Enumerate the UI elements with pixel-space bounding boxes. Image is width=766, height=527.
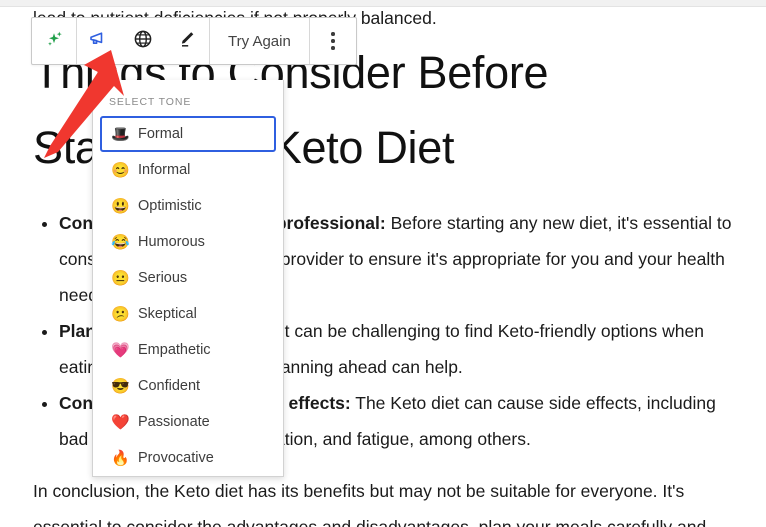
tone-option-humorous[interactable]: 😂 Humorous: [100, 224, 276, 260]
tone-option-label: Formal: [138, 126, 184, 142]
tone-option-passionate[interactable]: ❤️ Passionate: [100, 404, 276, 440]
screenshot-root: lead to nutrient deficiencies if not pro…: [0, 0, 766, 527]
select-tone-header: SELECT TONE: [109, 96, 192, 108]
smiling-face-icon: 😊: [111, 161, 130, 179]
browser-chrome-strip: [0, 0, 766, 7]
sunglasses-face-icon: 😎: [111, 377, 130, 395]
tone-option-formal[interactable]: 🎩 Formal: [100, 116, 276, 152]
tone-option-label: Serious: [138, 270, 188, 286]
confused-face-icon: 😕: [111, 305, 130, 323]
tone-option-label: Humorous: [138, 234, 205, 250]
tone-option-serious[interactable]: 😐 Serious: [100, 260, 276, 296]
toolbar-group-retry: Try Again: [210, 18, 310, 64]
tone-option-optimistic[interactable]: 😃 Optimistic: [100, 188, 276, 224]
tone-option-empathetic[interactable]: 💗 Empathetic: [100, 332, 276, 368]
tone-option-label: Skeptical: [138, 306, 197, 322]
tone-option-label: Optimistic: [138, 198, 202, 214]
megaphone-icon: [87, 27, 111, 56]
top-hat-icon: 🎩: [111, 125, 130, 143]
toolbar-group-sparkle: [32, 18, 77, 64]
rewrite-button[interactable]: [165, 18, 209, 64]
tone-option-label: Provocative: [138, 450, 214, 466]
neutral-face-icon: 😐: [111, 269, 130, 287]
try-again-button[interactable]: Try Again: [210, 18, 309, 64]
tone-option-informal[interactable]: 😊 Informal: [100, 152, 276, 188]
more-options-button[interactable]: [310, 18, 356, 64]
tone-option-provocative[interactable]: 🔥 Provocative: [100, 440, 276, 476]
tone-option-skeptical[interactable]: 😕 Skeptical: [100, 296, 276, 332]
toolbar-group-tools: [77, 18, 210, 64]
growing-heart-icon: 💗: [111, 341, 130, 359]
tone-option-label: Empathetic: [138, 342, 211, 358]
globe-icon: [132, 28, 154, 55]
red-heart-icon: ❤️: [111, 413, 130, 431]
tone-option-confident[interactable]: 😎 Confident: [100, 368, 276, 404]
ai-sparkle-button[interactable]: [32, 18, 76, 64]
grinning-face-icon: 😃: [111, 197, 130, 215]
translate-button[interactable]: [121, 18, 165, 64]
article-closing-paragraph: In conclusion, the Keto diet has its ben…: [33, 481, 707, 527]
ai-assistant-toolbar: Try Again: [31, 17, 357, 65]
sparkle-icon: [43, 28, 65, 55]
select-tone-dropdown: SELECT TONE 🎩 Formal 😊 Informal 😃 Optimi…: [92, 80, 284, 477]
fire-icon: 🔥: [111, 449, 130, 467]
pen-icon: [176, 28, 198, 55]
change-tone-button[interactable]: [77, 18, 121, 64]
tone-option-label: Passionate: [138, 414, 210, 430]
tone-option-label: Confident: [138, 378, 201, 394]
tears-of-joy-icon: 😂: [111, 233, 130, 251]
tone-option-label: Informal: [138, 162, 191, 178]
toolbar-group-more: [310, 18, 356, 64]
kebab-menu-icon: [331, 32, 335, 50]
